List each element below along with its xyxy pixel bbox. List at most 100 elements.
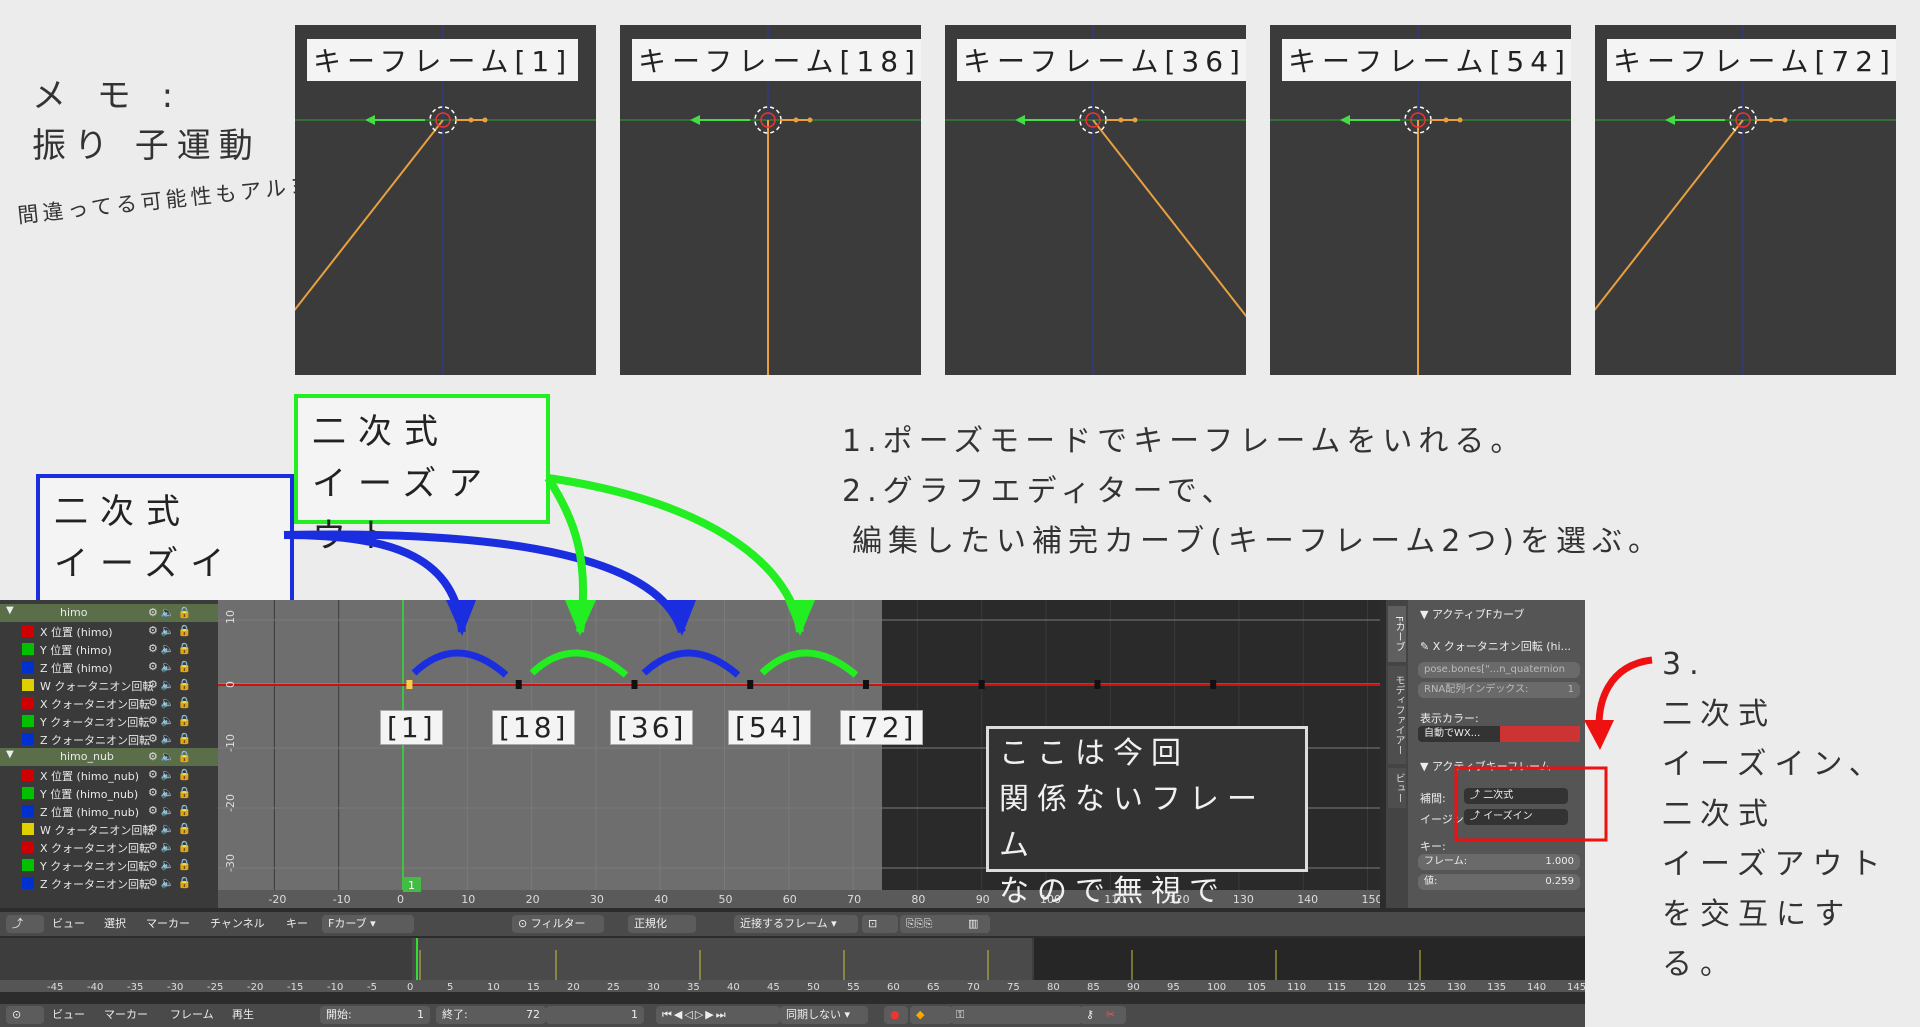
- section-active-fcurve[interactable]: ▼ アクティブFカーブ: [1420, 606, 1524, 622]
- menu-channel[interactable]: チャンネル: [210, 915, 265, 933]
- channel-lock-icon[interactable]: ⚙🔈🔒: [148, 876, 194, 889]
- ghost-curve-button[interactable]: ▥: [962, 915, 990, 933]
- mode-select[interactable]: Fカーブ ▾: [322, 915, 414, 933]
- pivot-select[interactable]: ⊡: [862, 915, 898, 933]
- normalize-toggle[interactable]: 正規化: [628, 915, 696, 933]
- ease-in-label-line1: 二次式: [54, 492, 192, 532]
- section-active-keyframe[interactable]: ▼ アクティブキーフレーム: [1420, 758, 1551, 774]
- channel-row[interactable]: X 位置 (himo_nub) ⚙🔈🔒: [0, 766, 218, 784]
- axis-arrow-icon: [690, 115, 700, 125]
- tl-menu-view[interactable]: ビュー: [52, 1006, 85, 1024]
- fcurve-icon: ✎: [1420, 640, 1433, 653]
- channel-lock-icon[interactable]: ⚙🔈🔒: [148, 624, 194, 637]
- timeline-tick-label: 125: [1407, 982, 1426, 992]
- keyframe-point[interactable]: [747, 680, 754, 689]
- channel-lock-icon[interactable]: ⚙🔈🔒: [148, 678, 194, 691]
- data-path-field[interactable]: pose.bones["...n_quaternion: [1418, 662, 1580, 678]
- start-field[interactable]: 開始: 1: [320, 1006, 430, 1024]
- menu-view[interactable]: ビュー: [52, 915, 85, 933]
- menu-key[interactable]: キー: [286, 915, 308, 933]
- channel-lock-icon[interactable]: ⚙🔈🔒: [148, 750, 194, 763]
- keying-set-select[interactable]: ◆: [910, 1006, 952, 1024]
- record-button[interactable]: ●: [884, 1006, 908, 1024]
- expand-triangle-icon[interactable]: ▼: [6, 749, 18, 761]
- channel-label: W クォータニオン回転: [40, 824, 154, 837]
- playback-controls[interactable]: ⏮◀◁▷▶⏭: [656, 1006, 780, 1024]
- expand-triangle-icon[interactable]: ▼: [6, 605, 18, 617]
- channel-row[interactable]: Z 位置 (himo) ⚙🔈🔒: [0, 658, 218, 676]
- tab-modifier[interactable]: モディファイアー: [1388, 666, 1406, 764]
- channel-lock-icon[interactable]: ⚙🔈🔒: [148, 732, 194, 745]
- color-swatch[interactable]: [1500, 726, 1580, 742]
- pendulum-string: [1092, 119, 1246, 318]
- keyframe-point[interactable]: [1094, 680, 1101, 689]
- x-tick-label: 40: [654, 893, 668, 906]
- channel-row[interactable]: Y クォータニオン回転 ⚙🔈🔒: [0, 856, 218, 874]
- channel-row[interactable]: Y 位置 (himo_nub) ⚙🔈🔒: [0, 784, 218, 802]
- channel-lock-icon[interactable]: ⚙🔈🔒: [148, 696, 194, 709]
- bone-joint: [793, 117, 799, 123]
- keyframe-point[interactable]: [515, 680, 522, 689]
- snap-select[interactable]: 近接するフレーム ▾: [734, 915, 858, 933]
- tab-view[interactable]: ビュー: [1388, 768, 1406, 808]
- keyframe-point[interactable]: [978, 680, 985, 689]
- tl-menu-play[interactable]: 再生: [232, 1006, 254, 1024]
- channel-group[interactable]: ▼ himo ⚙🔈🔒: [0, 604, 218, 622]
- channel-lock-icon[interactable]: ⚙🔈🔒: [148, 606, 194, 619]
- tl-menu-marker[interactable]: マーカー: [104, 1006, 148, 1024]
- bone-end: [1457, 117, 1463, 123]
- sync-select[interactable]: 同期しない ▾: [780, 1006, 868, 1024]
- keying-set-field[interactable]: ⚿: [950, 1006, 1082, 1024]
- easing-select[interactable]: ⤴ イーズイン: [1464, 809, 1568, 825]
- keyframe-point[interactable]: [406, 680, 413, 689]
- filter-button[interactable]: ⊙ フィルター: [512, 915, 604, 933]
- end-field[interactable]: 終了: 72: [436, 1006, 546, 1024]
- timeline-tick-label: 85: [1087, 982, 1100, 992]
- keyframe-point[interactable]: [1210, 680, 1217, 689]
- channel-lock-icon[interactable]: ⚙🔈🔒: [148, 822, 194, 835]
- color-mode-select[interactable]: 自動でWX...: [1418, 726, 1500, 742]
- editor-type-button[interactable]: ⤴: [6, 915, 44, 933]
- timeline-tick-label: 50: [807, 982, 820, 992]
- current-frame-field[interactable]: 1: [546, 1006, 644, 1024]
- channel-color-swatch: [22, 805, 34, 817]
- tab-fcurve[interactable]: Fカーブ: [1388, 606, 1406, 662]
- channel-lock-icon[interactable]: ⚙🔈🔒: [148, 786, 194, 799]
- interpolation-select[interactable]: ⤴ 二次式: [1464, 788, 1568, 804]
- menu-marker[interactable]: マーカー: [146, 915, 190, 933]
- memo-note: 間違ってる可能性もアルヨ: [16, 172, 317, 228]
- timeline-area[interactable]: -45 -40 -35 -30 -25 -20 -15 -10 -5 0 5 10 15 20 25 30 35…: [0, 938, 1585, 992]
- delete-key-button[interactable]: ✂: [1100, 1006, 1126, 1024]
- channel-row[interactable]: W クォータニオン回転 ⚙🔈🔒: [0, 676, 218, 694]
- channel-lock-icon[interactable]: ⚙🔈🔒: [148, 804, 194, 817]
- keyframe-point[interactable]: [631, 680, 638, 689]
- bone-end: [1782, 117, 1788, 123]
- channel-row[interactable]: X クォータニオン回転 ⚙🔈🔒: [0, 694, 218, 712]
- channel-row[interactable]: Y クォータニオン回転 ⚙🔈🔒: [0, 712, 218, 730]
- channel-lock-icon[interactable]: ⚙🔈🔒: [148, 714, 194, 727]
- channel-lock-icon[interactable]: ⚙🔈🔒: [148, 858, 194, 871]
- rna-index-field[interactable]: RNA配列インデックス: 1: [1418, 682, 1580, 698]
- channel-row[interactable]: Z クォータニオン回転 ⚙🔈🔒: [0, 874, 218, 892]
- channel-row[interactable]: Z 位置 (himo_nub) ⚙🔈🔒: [0, 802, 218, 820]
- channel-row[interactable]: W クォータニオン回転 ⚙🔈🔒: [0, 820, 218, 838]
- menu-select[interactable]: 選択: [104, 915, 126, 933]
- channel-lock-icon[interactable]: ⚙🔈🔒: [148, 642, 194, 655]
- timeline-tick-label: 140: [1527, 982, 1546, 992]
- keyframe-point[interactable]: [862, 680, 869, 689]
- channel-color-swatch: [22, 697, 34, 709]
- value-field[interactable]: 値: 0.259: [1418, 874, 1580, 890]
- channel-lock-icon[interactable]: ⚙🔈🔒: [148, 768, 194, 781]
- channel-row[interactable]: Z クォータニオン回転 ⚙🔈🔒: [0, 730, 218, 748]
- tl-menu-frame[interactable]: フレーム: [170, 1006, 214, 1024]
- channel-lock-icon[interactable]: ⚙🔈🔒: [148, 840, 194, 853]
- timeline-editor-type[interactable]: ⊙: [6, 1006, 44, 1024]
- channel-row[interactable]: Y 位置 (himo) ⚙🔈🔒: [0, 640, 218, 658]
- channel-row[interactable]: X クォータニオン回転 ⚙🔈🔒: [0, 838, 218, 856]
- frame-field[interactable]: フレーム: 1.000: [1418, 854, 1580, 870]
- channel-lock-icon[interactable]: ⚙🔈🔒: [148, 660, 194, 673]
- timeline-canvas[interactable]: -45 -40 -35 -30 -25 -20 -15 -10 -5 0 5 10 15 20 25 30 35…: [0, 938, 1585, 992]
- channel-group[interactable]: ▼ himo_nub ⚙🔈🔒: [0, 748, 218, 766]
- x-tick-label: -20: [268, 893, 286, 906]
- channel-row[interactable]: X 位置 (himo) ⚙🔈🔒: [0, 622, 218, 640]
